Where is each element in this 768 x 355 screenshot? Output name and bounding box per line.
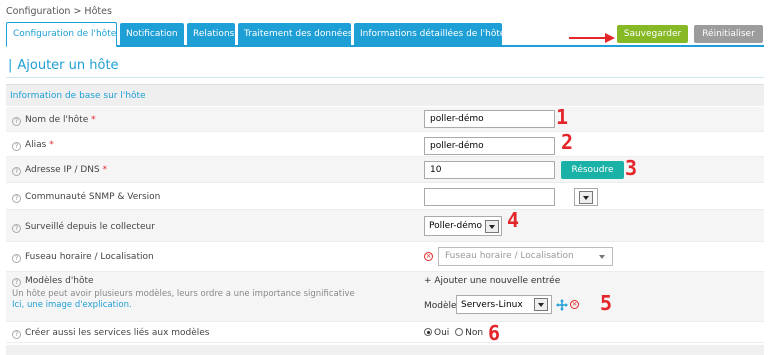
snmp-community-input[interactable] bbox=[424, 188, 555, 206]
help-icon[interactable]: ? bbox=[12, 117, 21, 126]
chevron-down-icon bbox=[579, 191, 593, 204]
row-host-templates: ? Modèles d'hôte Un hôte peut avoir plusi… bbox=[6, 272, 764, 322]
breadcrumb: Configuration > Hôtes bbox=[6, 6, 112, 17]
tab-data-processing[interactable]: Traitement des données bbox=[238, 23, 353, 45]
radio-no-label: Non bbox=[465, 328, 484, 338]
templates-label-text: Modèles d'hôte bbox=[25, 276, 94, 286]
snmp-label: ? Communauté SNMP & Version bbox=[12, 192, 160, 203]
clear-icon[interactable]: × bbox=[424, 252, 433, 261]
snmp-version-select[interactable] bbox=[574, 188, 598, 206]
remove-template-icon[interactable]: × bbox=[570, 300, 579, 309]
address-label-text: Adresse IP / DNS bbox=[25, 165, 100, 175]
alias-label: ? Alias * bbox=[12, 140, 54, 151]
add-template-link[interactable]: + Ajouter une nouvelle entrée bbox=[424, 276, 560, 286]
next-section-strip bbox=[6, 345, 764, 355]
tab-host-extended-info[interactable]: Informations détaillées de l'hôte bbox=[354, 23, 505, 45]
host-name-label: ? Nom de l'hôte * bbox=[12, 115, 96, 126]
poller-select-value: Poller-démo bbox=[429, 221, 483, 231]
help-icon[interactable]: ? bbox=[12, 167, 21, 176]
address-input[interactable]: 10 bbox=[424, 161, 555, 179]
radio-yes-label: Oui bbox=[434, 328, 450, 338]
save-button[interactable]: Sauvegarder bbox=[617, 25, 688, 43]
tab-relations[interactable]: Relations bbox=[187, 23, 235, 45]
reset-button[interactable]: Réinitialiser bbox=[694, 25, 763, 43]
resolve-button[interactable]: Résoudre bbox=[561, 161, 624, 179]
required-marker: * bbox=[91, 115, 96, 125]
tab-host-configuration[interactable]: Configuration de l'hôte bbox=[6, 22, 117, 47]
help-icon[interactable]: ? bbox=[12, 142, 21, 151]
timezone-label: ? Fuseau horaire / Localisation bbox=[12, 252, 154, 263]
create-services-label-text: Créer aussi les services liés aux modèle… bbox=[25, 328, 210, 338]
host-name-input[interactable]: poller-démo bbox=[424, 110, 555, 128]
title-divider bbox=[6, 77, 764, 78]
tab-notification[interactable]: Notification bbox=[120, 23, 184, 45]
help-icon[interactable]: ? bbox=[12, 330, 21, 339]
row-host-name: ? Nom de l'hôte * poller-démo bbox=[6, 107, 764, 132]
templates-label: ? Modèles d'hôte bbox=[12, 276, 94, 287]
row-snmp: ? Communauté SNMP & Version bbox=[6, 183, 764, 210]
annotation-number: 3 bbox=[625, 156, 638, 180]
row-timezone: ? Fuseau horaire / Localisation × Fuseau … bbox=[6, 242, 764, 272]
annotation-number: 2 bbox=[561, 130, 574, 154]
arrow-annotation-icon bbox=[569, 33, 615, 43]
radio-yes[interactable] bbox=[424, 328, 432, 336]
required-marker: * bbox=[102, 165, 108, 175]
timezone-select[interactable]: Fuseau horaire / Localisation bbox=[438, 247, 613, 266]
required-marker: * bbox=[49, 140, 54, 150]
templates-help-link[interactable]: Ici, une image d'explication. bbox=[12, 300, 132, 310]
create-services-label: ? Créer aussi les services liés aux modèl… bbox=[12, 328, 210, 339]
template-select-value: Servers-Linux bbox=[461, 300, 523, 310]
alias-input[interactable]: poller-démo bbox=[424, 137, 555, 155]
annotation-number: 4 bbox=[507, 208, 520, 232]
section-header: Information de base sur l'hôte bbox=[6, 84, 764, 106]
annotation-number: 1 bbox=[556, 105, 569, 129]
poller-select[interactable]: Poller-démo bbox=[424, 216, 502, 236]
host-name-label-text: Nom de l'hôte bbox=[25, 115, 89, 125]
page-title-text: Ajouter un hôte bbox=[17, 58, 119, 73]
radio-no[interactable] bbox=[455, 328, 464, 336]
row-monitored-from: ? Surveillé depuis le collecteur Poller-d… bbox=[6, 210, 764, 242]
help-icon[interactable]: ? bbox=[12, 254, 21, 263]
page-title: | Ajouter un hôte bbox=[8, 58, 119, 73]
timezone-label-text: Fuseau horaire / Localisation bbox=[25, 252, 154, 262]
monitored-from-label: ? Surveillé depuis le collecteur bbox=[12, 222, 155, 233]
row-create-services: ? Créer aussi les services liés aux modèl… bbox=[6, 322, 764, 343]
monitored-from-label-text: Surveillé depuis le collecteur bbox=[25, 222, 155, 232]
row-alias: ? Alias * poller-démo bbox=[6, 132, 764, 157]
help-icon[interactable]: ? bbox=[12, 224, 21, 233]
chevron-down-icon bbox=[485, 220, 499, 233]
model-label: Modèle bbox=[424, 301, 457, 311]
help-icon[interactable]: ? bbox=[12, 278, 21, 287]
row-address: ? Adresse IP / DNS * 10 Résoudre bbox=[6, 157, 764, 183]
move-icon[interactable] bbox=[556, 299, 568, 311]
templates-help-link-wrap: Ici, une image d'explication. bbox=[12, 300, 132, 310]
create-services-radio-group: Oui Non bbox=[424, 328, 483, 338]
annotation-number: 5 bbox=[600, 291, 613, 315]
alias-label-text: Alias bbox=[25, 140, 47, 150]
snmp-label-text: Communauté SNMP & Version bbox=[25, 192, 161, 202]
chevron-down-icon bbox=[534, 298, 548, 311]
annotation-number: 6 bbox=[488, 321, 501, 345]
templates-help-text: Un hôte peut avoir plusieurs modèles, le… bbox=[12, 289, 355, 299]
address-label: ? Adresse IP / DNS * bbox=[12, 165, 107, 176]
template-select[interactable]: Servers-Linux bbox=[456, 295, 552, 314]
help-icon[interactable]: ? bbox=[12, 194, 21, 203]
